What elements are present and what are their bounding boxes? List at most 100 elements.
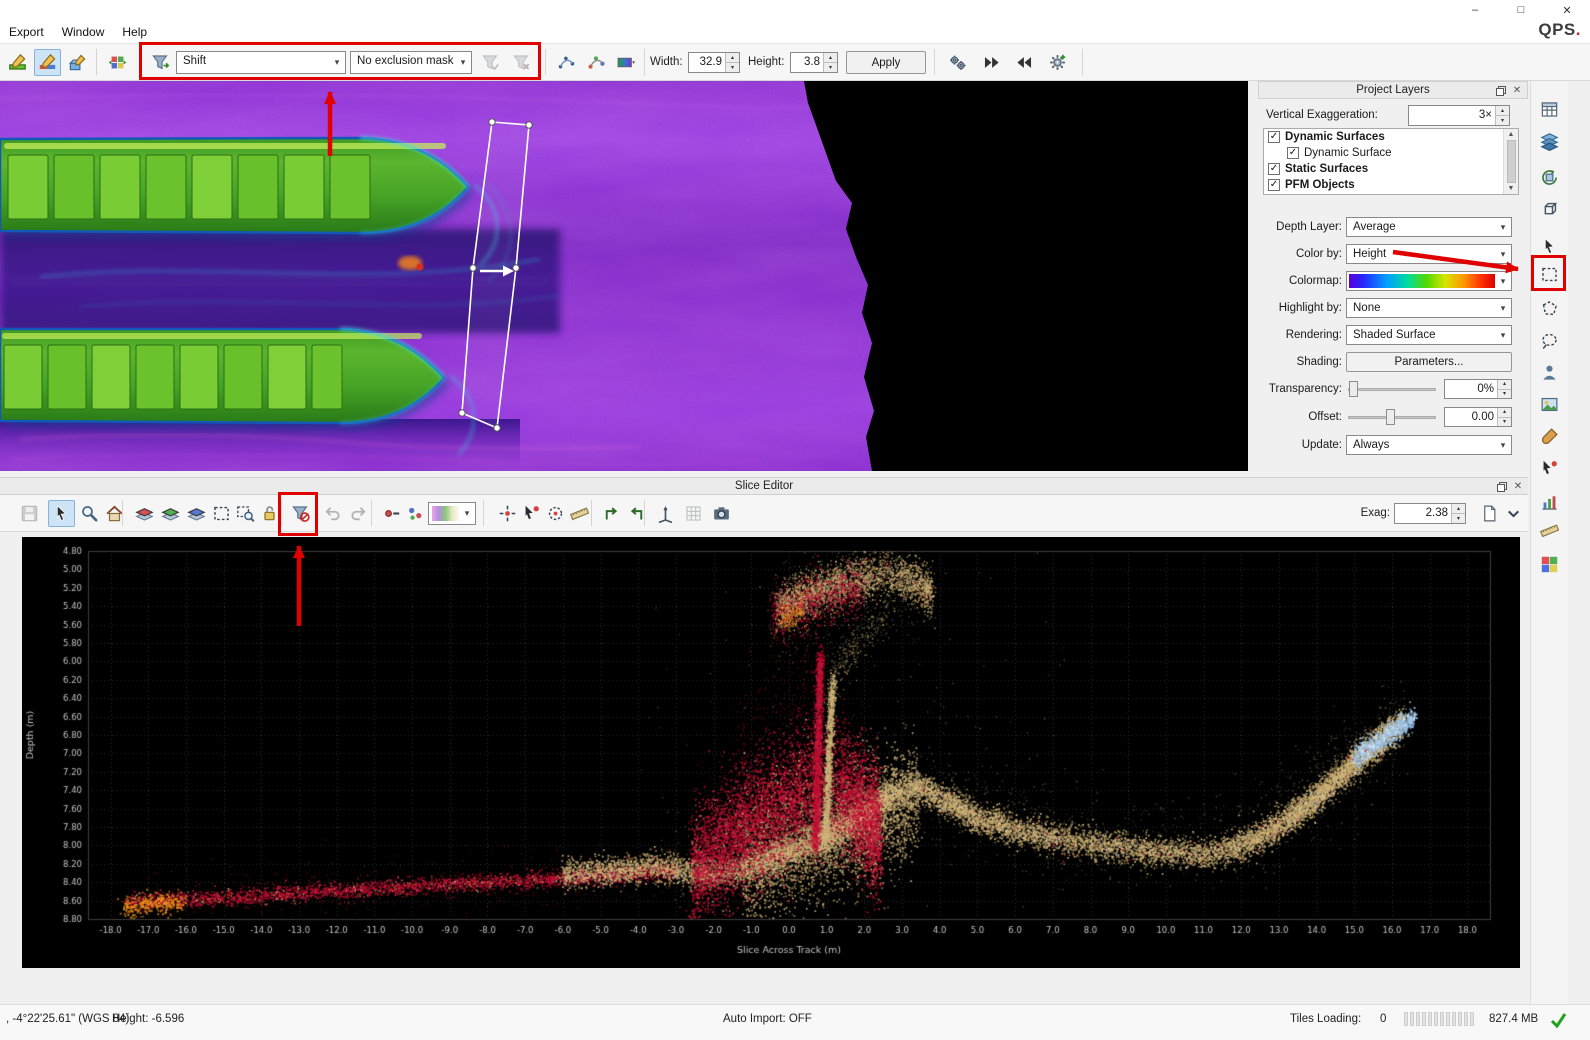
update-select[interactable]: Always▾	[1346, 435, 1512, 455]
slider-thumb[interactable]	[1349, 381, 1358, 397]
menu-export[interactable]: Export	[0, 25, 53, 39]
surface-green-icon[interactable]	[157, 500, 184, 527]
select-profile-tool-icon[interactable]	[4, 49, 31, 76]
color-by-select[interactable]: Height▾	[1346, 244, 1512, 264]
highlight-by-select[interactable]: None▾	[1346, 298, 1512, 318]
fast-forward-icon[interactable]	[978, 49, 1005, 76]
zoom-tool-icon[interactable]	[76, 500, 103, 527]
apply-button[interactable]: Apply	[846, 51, 926, 74]
layer-row-dynamic-surfaces[interactable]: ✓ Dynamic Surfaces	[1264, 129, 1518, 145]
dotted-select-icon[interactable]	[208, 500, 235, 527]
menu-window[interactable]: Window	[53, 25, 114, 39]
shading-parameters-button[interactable]: Parameters...	[1346, 352, 1512, 372]
surface-blue-icon[interactable]	[183, 500, 210, 527]
cursor-select-icon[interactable]	[1536, 233, 1563, 260]
slice-colormap-select[interactable]: ▾	[428, 502, 476, 525]
close-panel-icon[interactable]: ✕	[1510, 479, 1526, 494]
scene-view[interactable]	[0, 81, 1248, 471]
slice-3d-tool-icon[interactable]	[64, 49, 91, 76]
surface-red-icon[interactable]	[131, 500, 158, 527]
ruler-tool-icon[interactable]	[1536, 517, 1563, 544]
point-color-icon[interactable]	[402, 500, 429, 527]
width-spinner[interactable]: 32.9 ▴▾	[688, 52, 740, 73]
depth-layer-select[interactable]: Average▾	[1346, 217, 1512, 237]
checkbox-checked-icon[interactable]: ✓	[1268, 163, 1280, 175]
pick-tool-icon[interactable]	[1536, 455, 1563, 482]
snapshot-icon[interactable]	[708, 500, 735, 527]
pick-point-icon[interactable]	[494, 500, 521, 527]
exclusion-filter-icon[interactable]	[147, 49, 174, 76]
spin-buttons[interactable]: ▴▾	[1451, 504, 1465, 523]
close-button[interactable]: ✕	[1544, 0, 1590, 20]
float-panel-icon[interactable]	[1494, 479, 1510, 494]
brush-tool-icon[interactable]	[1536, 423, 1563, 450]
colormap-grid-icon[interactable]	[1536, 551, 1563, 578]
layer-row-static-surfaces[interactable]: ✓ Static Surfaces	[1264, 161, 1518, 177]
spin-buttons[interactable]: ▴▾	[1497, 408, 1511, 426]
image-view-icon[interactable]	[1536, 391, 1563, 418]
ruler-icon[interactable]	[566, 500, 593, 527]
layer-row-pfm-objects[interactable]: ✓ PFM Objects	[1264, 177, 1518, 193]
maximize-button[interactable]: □	[1498, 0, 1544, 20]
lasso-select-icon[interactable]	[1536, 327, 1563, 354]
selection-node[interactable]	[513, 265, 519, 271]
spin-buttons[interactable]: ▴▾	[725, 53, 739, 72]
offset-spinner[interactable]: 0.00▴▾	[1444, 407, 1512, 427]
slice-plot[interactable]	[22, 537, 1520, 968]
profile-view-icon[interactable]	[1536, 359, 1563, 386]
float-panel-icon[interactable]	[1493, 83, 1509, 98]
table-view-icon[interactable]	[1536, 96, 1563, 123]
checkbox-checked-icon[interactable]: ✓	[1268, 179, 1280, 191]
interaction-mode-select[interactable]: Shift ▾	[176, 51, 346, 74]
corner-arrow-right-icon[interactable]	[623, 500, 650, 527]
vertical-exaggeration-spinner[interactable]: 3× ▴▾	[1408, 105, 1510, 126]
lock-icon[interactable]	[256, 500, 283, 527]
box-3d-icon[interactable]	[1536, 196, 1563, 223]
spin-buttons[interactable]: ▴▾	[1497, 380, 1511, 398]
colormap-select[interactable]: ▾	[1346, 271, 1512, 291]
point-reject-icon[interactable]	[378, 500, 405, 527]
transparency-slider[interactable]	[1348, 379, 1436, 399]
new-view-icon[interactable]	[1476, 500, 1503, 527]
rewind-icon[interactable]	[1011, 49, 1038, 76]
offset-slider[interactable]	[1348, 407, 1436, 427]
checkbox-checked-icon[interactable]: ✓	[1287, 147, 1299, 159]
transparency-spinner[interactable]: 0%▴▾	[1444, 379, 1512, 399]
mini-colormap-icon[interactable]	[613, 49, 640, 76]
spin-buttons[interactable]: ▴▾	[823, 53, 837, 72]
poly-select-icon[interactable]	[1536, 295, 1563, 322]
spline-color-icon[interactable]	[583, 49, 610, 76]
layer-row-dynamic-surface[interactable]: ✓ Dynamic Surface	[1264, 145, 1518, 161]
home-view-icon[interactable]	[101, 500, 128, 527]
zoom-region-icon[interactable]	[232, 500, 259, 527]
cursor-tool-icon[interactable]	[48, 500, 75, 527]
checkbox-checked-icon[interactable]: ✓	[1268, 131, 1280, 143]
reject-filter-icon[interactable]	[287, 500, 314, 527]
slider-thumb[interactable]	[1386, 409, 1395, 425]
selection-node[interactable]	[494, 425, 500, 431]
slice-editor-tool-icon[interactable]	[34, 49, 61, 76]
tree-scrollbar[interactable]: ▲▼	[1503, 129, 1518, 194]
pick-circle-icon[interactable]	[542, 500, 569, 527]
rendering-select[interactable]: Shaded Surface▾	[1346, 325, 1512, 345]
height-spinner[interactable]: 3.8 ▴▾	[790, 52, 838, 73]
more-options-icon[interactable]	[1500, 500, 1527, 527]
pick-arrow-icon[interactable]	[518, 500, 545, 527]
spline-points-icon[interactable]	[553, 49, 580, 76]
auto-process-icon[interactable]	[1044, 49, 1071, 76]
rect-select-icon[interactable]	[1536, 261, 1563, 288]
menu-help[interactable]: Help	[113, 25, 156, 39]
close-panel-icon[interactable]: ✕	[1509, 83, 1525, 98]
axes-3d-icon[interactable]	[652, 500, 679, 527]
rotate-3d-icon[interactable]	[1536, 164, 1563, 191]
selection-node[interactable]	[470, 265, 476, 271]
chart-view-icon[interactable]	[1536, 489, 1563, 516]
corner-arrow-left-icon[interactable]	[598, 500, 625, 527]
processing-settings-icon[interactable]	[944, 49, 971, 76]
selection-node[interactable]	[526, 122, 532, 128]
selection-node[interactable]	[489, 119, 495, 125]
exclusion-mask-select[interactable]: No exclusion mask ▾	[350, 51, 472, 74]
spin-buttons[interactable]: ▴▾	[1495, 106, 1509, 125]
exag-spinner[interactable]: 2.38 ▴▾	[1394, 503, 1466, 524]
requeue-surfaces-icon[interactable]	[104, 49, 131, 76]
